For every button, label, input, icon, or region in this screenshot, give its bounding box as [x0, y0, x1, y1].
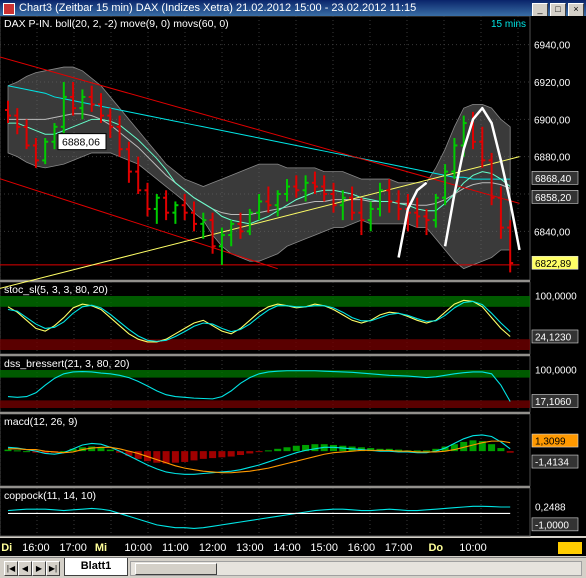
oversold-zone — [0, 400, 530, 408]
next-sheet-icon[interactable]: ▶ — [32, 561, 46, 576]
macd-histogram-bar — [423, 450, 430, 452]
macd-histogram-bar — [218, 451, 226, 458]
x-tick-label: 16:00 — [22, 542, 50, 554]
indicator-title: coppock(11, 14, 10) — [4, 490, 96, 502]
macd-histogram-bar — [13, 450, 21, 452]
indicator-axis-label: 0,2488 — [535, 503, 566, 514]
annotation-label: 6888,06 — [62, 137, 100, 149]
x-tick-label: Do — [428, 542, 443, 554]
x-tick-label: 17:00 — [59, 542, 87, 554]
tab-label: Blatt1 — [80, 560, 112, 572]
y-tick-label: 6840,00 — [534, 227, 571, 238]
y-tick-label: 6900,00 — [534, 115, 571, 126]
maximize-icon[interactable]: □ — [550, 3, 566, 17]
y-tick-label: 6920,00 — [534, 78, 571, 89]
minimize-icon[interactable]: _ — [532, 3, 548, 17]
indicator-axis-label: 100,0000 — [535, 366, 577, 377]
prev-sheet-icon[interactable]: ◀ — [18, 561, 32, 576]
x-tick-label: Mi — [95, 542, 107, 554]
tab-blatt1[interactable]: Blatt1 — [64, 558, 128, 576]
macd-histogram-bar — [264, 450, 272, 452]
indicator-axis-label: -1,0000 — [535, 520, 569, 531]
x-tick-label: 17:00 — [385, 542, 413, 554]
macd-histogram-bar — [255, 451, 263, 453]
price-label: 6868,40 — [535, 174, 572, 185]
chart-title: DAX P-IN. boll(20, 2, -2) move(9, 0) mov… — [4, 18, 229, 30]
window-buttons: _ □ × — [530, 1, 584, 17]
x-tick-label: Di — [1, 542, 12, 554]
sheet-tab-bar: |◀ ◀ ▶ ▶| Blatt1 — [0, 557, 586, 578]
macd-histogram-bar — [330, 444, 337, 452]
macd-histogram-bar — [4, 449, 12, 452]
window-title: Chart3 (Zeitbar 15 min) DAX (Indizes Xet… — [19, 2, 417, 14]
x-tick-label: 10:00 — [124, 542, 152, 554]
indicator-axis-label: 24,1230 — [535, 332, 572, 343]
y-tick-label: 6880,00 — [534, 153, 571, 164]
indicator-axis-label: -1,4134 — [535, 458, 569, 469]
chart-app-icon — [3, 3, 15, 15]
macd-histogram-bar — [199, 451, 207, 459]
macd-histogram-bar — [311, 444, 319, 452]
indicator-title: macd(12, 26, 9) — [4, 416, 78, 428]
macd-histogram-bar — [209, 451, 217, 459]
y-tick-label: 6940,00 — [534, 41, 571, 52]
indicator-title: stoc_sl(5, 3, 3, 80, 20) — [4, 284, 108, 296]
first-sheet-icon[interactable]: |◀ — [4, 561, 18, 576]
x-tick-label: 11:00 — [162, 542, 189, 554]
x-tick-label: 14:00 — [273, 542, 301, 554]
macd-histogram-bar — [506, 451, 514, 453]
indicator-axis-label: 100,0000 — [535, 292, 577, 303]
macd-histogram-bar — [181, 451, 189, 462]
interval-label: 15 mins — [491, 19, 526, 30]
indicator-title: dss_bressert(21, 3, 80, 20) — [4, 358, 129, 370]
macd-histogram-bar — [171, 451, 179, 463]
macd-histogram-bar — [23, 451, 31, 453]
macd-histogram-bar — [246, 451, 254, 454]
x-tick-label: 15:00 — [310, 542, 338, 554]
macd-histogram-bar — [190, 451, 198, 461]
x-tick-label: 12:00 — [199, 542, 227, 554]
x-tick-label: 16:00 — [348, 542, 376, 554]
macd-histogram-bar — [292, 445, 300, 452]
window-titlebar[interactable]: Chart3 (Zeitbar 15 min) DAX (Indizes Xet… — [0, 0, 586, 17]
macd-histogram-bar — [237, 451, 244, 455]
indicator-axis-label: 17,1060 — [535, 397, 572, 408]
macd-histogram-bar — [497, 448, 505, 452]
x-tick-label: 13:00 — [236, 542, 264, 554]
price-label: 6822,89 — [535, 259, 572, 270]
x-tick-label: 10:00 — [459, 542, 487, 554]
corner-icon — [558, 542, 582, 554]
macd-histogram-bar — [227, 451, 235, 457]
close-icon[interactable]: × — [568, 3, 584, 17]
macd-histogram-bar — [488, 444, 496, 452]
scroll-thumb[interactable] — [135, 563, 217, 575]
macd-histogram-bar — [283, 447, 291, 452]
oversold-zone — [0, 339, 530, 350]
horizontal-scrollbar[interactable] — [130, 561, 582, 576]
price-label: 6858,20 — [535, 193, 572, 204]
macd-histogram-bar — [274, 448, 282, 452]
chart-area[interactable]: DAX P-IN. boll(20, 2, -2) move(9, 0) mov… — [0, 16, 586, 556]
last-sheet-icon[interactable]: ▶| — [46, 561, 60, 576]
macd-histogram-bar — [106, 449, 114, 452]
indicator-axis-label: 1,3099 — [535, 437, 566, 448]
